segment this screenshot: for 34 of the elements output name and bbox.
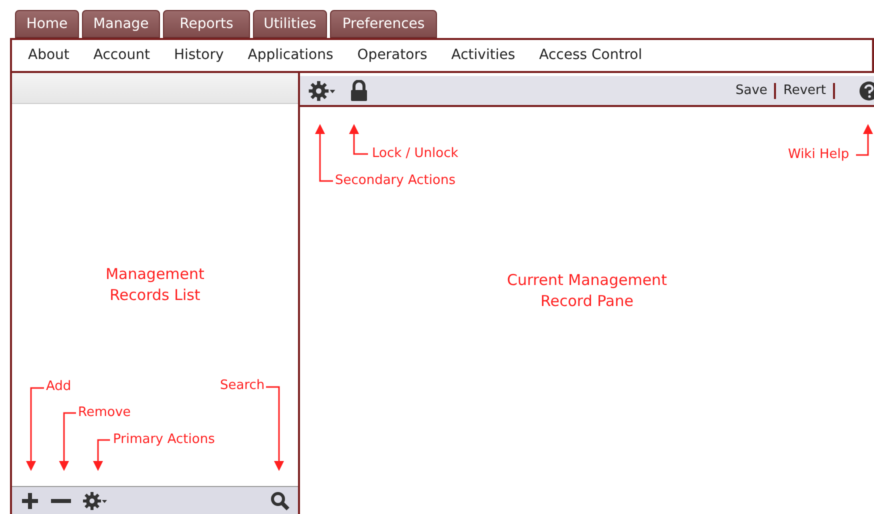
leader-line bbox=[856, 124, 873, 156]
add-icon[interactable] bbox=[20, 490, 40, 510]
menu-item[interactable]: Operators bbox=[357, 45, 428, 66]
tab[interactable]: Preferences bbox=[330, 10, 437, 38]
tab[interactable]: Home bbox=[15, 10, 79, 38]
lock-icon[interactable] bbox=[350, 80, 368, 102]
help-icon[interactable] bbox=[858, 80, 874, 102]
menu-item[interactable]: About bbox=[28, 45, 70, 66]
menu-item[interactable]: Access Control bbox=[539, 45, 642, 66]
annotation-label: Add bbox=[46, 378, 72, 395]
list-label: Management Records List bbox=[106, 264, 204, 306]
toolbar-link[interactable]: Revert bbox=[783, 80, 826, 100]
pane-label: Current Management Record Pane bbox=[507, 270, 667, 312]
search-icon[interactable] bbox=[270, 490, 290, 510]
settings-icon[interactable] bbox=[306, 80, 338, 102]
annotation-label: Wiki Help bbox=[788, 146, 850, 163]
menu-item[interactable]: Activities bbox=[451, 45, 516, 66]
leader-line bbox=[349, 124, 368, 155]
annotation-label: Lock / Unlock bbox=[372, 145, 458, 162]
leader-line bbox=[93, 439, 110, 471]
menu-item[interactable]: Applications bbox=[248, 45, 334, 66]
menu-item[interactable]: History bbox=[174, 45, 224, 66]
annotation-label: Primary Actions bbox=[113, 431, 215, 448]
annotation-label: Remove bbox=[78, 404, 131, 421]
annotation-label: Search bbox=[220, 377, 265, 394]
tab[interactable]: Manage bbox=[82, 10, 160, 38]
tab[interactable]: Utilities bbox=[253, 10, 327, 38]
leader-line bbox=[59, 412, 76, 471]
leader-line bbox=[315, 124, 333, 182]
annotation-label: Secondary Actions bbox=[335, 172, 456, 189]
settings-icon[interactable] bbox=[82, 490, 108, 510]
menu-item[interactable]: Account bbox=[93, 45, 150, 66]
tab[interactable]: Reports bbox=[163, 10, 250, 38]
toolbar-link[interactable]: Save bbox=[735, 80, 768, 100]
